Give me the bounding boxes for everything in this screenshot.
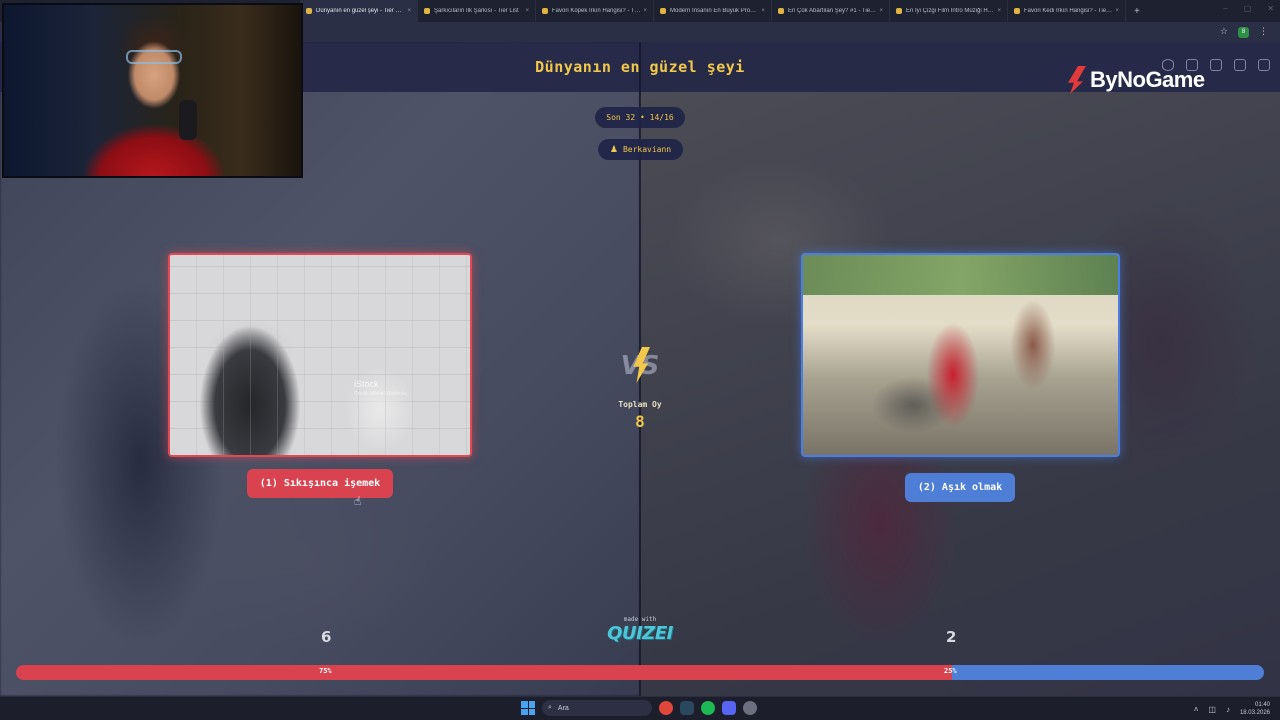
brand-logo-icon [1068,66,1086,94]
user-icon: ♟ [609,144,618,155]
new-tab-button[interactable]: + [1134,6,1140,17]
tab-close-icon[interactable]: × [761,8,765,14]
tab-close-icon[interactable]: × [1115,8,1119,14]
tab-favicon-icon [778,8,784,14]
tab-close-icon[interactable]: × [407,8,411,14]
clock[interactable]: 01:40 18.03.2026 [1240,701,1270,717]
made-with-footer[interactable]: made with QUIZEI [600,616,680,644]
choose-right-button[interactable]: (2) Aşık olmak [905,473,1015,502]
system-tray: ˄ ◫ ♪ 01:40 18.03.2026 [1194,701,1270,717]
obs-icon[interactable] [743,701,757,715]
tab-close-icon[interactable]: × [879,8,883,14]
clock-time: 01:40 [1254,702,1270,708]
right-vote-count: 2 [946,628,957,646]
webcam-overlay [2,3,303,178]
tray-chevron-icon[interactable]: ˄ [1194,705,1199,714]
user-name: Berkaviann [622,145,672,154]
image-watermark-credit: Credit: Mikhail Rudenko [354,391,408,397]
extension-badge[interactable]: 8 [1238,26,1249,38]
window-controls: – ▢ ✕ [1223,4,1274,13]
browser-tab[interactable]: En Çok Abartılan Şey? #1 - Tier List × [772,0,890,22]
left-vote-bar [16,665,952,680]
right-vote-bar [952,665,1264,680]
image-watermark: iStock [354,379,379,389]
right-option-image [803,255,1118,455]
choose-left-button[interactable]: (1) Sıkışınca işemek [247,469,393,498]
menu-icon[interactable]: ⋮ [1259,27,1268,37]
tab-favicon-icon [660,8,666,14]
windows-start-icon[interactable] [521,701,535,715]
taskbar-apps: ⌕ Ara [521,700,757,716]
tab-favicon-icon [424,8,430,14]
tab-label: En İyi Çizgi Film İntro Müziği Hangisi [906,8,995,14]
total-votes-label: Toplam Oy [618,400,662,409]
tab-label: En Çok Abartılan Şey? #1 - Tier List [788,8,877,14]
round-indicator: Son 32 • 14/16 [595,107,685,128]
browser-tab[interactable]: Favori Kedi Irkın Hangisi? - Tier List × [1008,0,1126,22]
flag-icon[interactable] [1234,59,1246,71]
user-badge: ♟ Berkaviann [598,139,683,160]
tab-close-icon[interactable]: × [997,8,1001,14]
taskbar-search[interactable]: ⌕ Ara [542,700,652,716]
maximize-button[interactable]: ▢ [1244,4,1252,13]
browser-tab[interactable]: Favori Köpek Irkın Hangisi? - Tier List× [536,0,654,22]
steam-icon[interactable] [680,701,694,715]
tab-favicon-icon [1014,8,1020,14]
brand-name: ByNoGame [1090,67,1205,92]
discord-icon[interactable] [722,701,736,715]
quizei-logo: QUIZEI [607,623,673,644]
webcam-glasses [126,50,182,64]
tab-close-icon[interactable]: × [525,8,529,14]
search-icon: ⌕ [548,704,552,711]
share-icon[interactable] [1210,59,1222,71]
tab-label: Şarkıcıların İlk Şarkısı - Tier List [434,8,519,14]
round-label: Son 32 • 14/16 [606,113,674,122]
spotify-icon[interactable] [701,701,715,715]
total-votes-value: 8 [635,412,645,431]
volume-icon[interactable]: ♪ [1226,705,1230,714]
right-option-card[interactable] [801,253,1120,457]
left-option-image [170,255,470,455]
vs-badge: VS [614,347,666,387]
vote-progress-bar: 75% 25% [16,665,1264,680]
left-vote-count: 6 [321,628,332,646]
brand-watermark: ByNoGame [1066,66,1205,94]
network-icon[interactable]: ◫ [1208,705,1216,714]
clock-date: 18.03.2026 [1239,710,1270,716]
browser-tab[interactable]: Şarkıcıların İlk Şarkısı - Tier List × [418,0,536,22]
left-option-card[interactable]: iStock Credit: Mikhail Rudenko [168,253,472,457]
tab-list: Dünyanın en güzel şeyi - Tier List × Şarkı… [300,0,1126,22]
right-percent-label: 25% [944,667,957,675]
tab-label: Favori Kedi Irkın Hangisi? - Tier List [1024,8,1113,14]
chrome-icon[interactable] [659,701,673,715]
browser-tab[interactable]: Modern İnsanın En Büyük Problemi × [654,0,772,22]
made-with-label: made with [623,616,657,623]
mouse-cursor-icon: ☝ [354,494,362,508]
tab-favicon-icon [896,8,902,14]
microphone-icon [179,100,197,140]
bookmark-star-icon[interactable]: ☆ [1220,27,1228,37]
fullscreen-icon[interactable] [1258,59,1270,71]
tab-label: Dünyanın en güzel şeyi - Tier List [316,8,405,14]
close-window-button[interactable]: ✕ [1267,4,1274,13]
tab-favicon-icon [542,8,548,14]
browser-tab[interactable]: Dünyanın en güzel şeyi - Tier List × [300,0,418,22]
tab-favicon-icon [306,8,312,14]
tab-label: Favori Köpek Irkın Hangisi? - Tier List [552,8,641,14]
minimize-button[interactable]: – [1223,4,1227,13]
os-taskbar: ⌕ Ara ˄ ◫ ♪ 01:40 18.03.2026 [0,696,1280,720]
browser-tab[interactable]: En İyi Çizgi Film İntro Müziği Hangisi × [890,0,1008,22]
tab-close-icon[interactable]: × [643,8,647,14]
left-percent-label: 75% [319,667,332,675]
taskbar-search-placeholder: Ara [557,704,569,712]
tab-label: Modern İnsanın En Büyük Problemi [670,8,759,14]
